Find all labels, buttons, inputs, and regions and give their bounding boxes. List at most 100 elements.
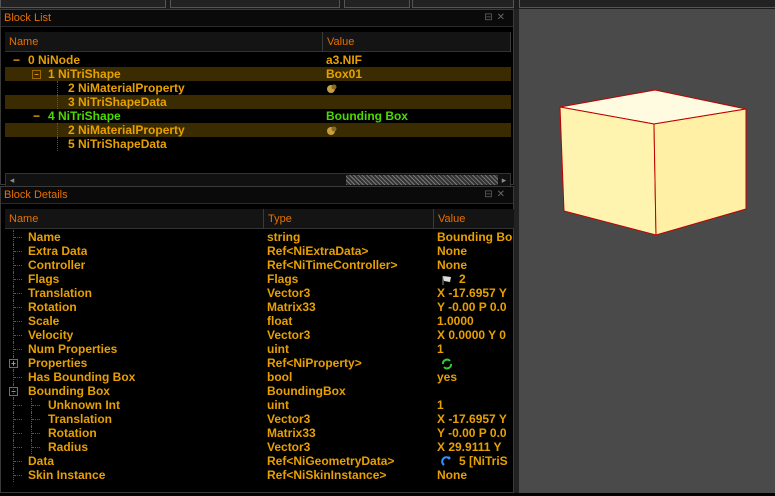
toolbar-segment[interactable] — [344, 0, 410, 8]
block-name: 0 NiNode — [28, 53, 81, 67]
toolbar-segment[interactable] — [0, 0, 166, 8]
collapse-icon[interactable]: − — [13, 53, 20, 67]
property-name: Rotation — [28, 300, 77, 314]
property-value[interactable] — [437, 356, 515, 370]
property-type: Flags — [267, 272, 299, 286]
property-row[interactable]: Radius Vector3 X 29.9111 Y — [5, 440, 515, 454]
property-value[interactable]: None — [437, 258, 515, 272]
property-row[interactable]: + Properties Ref<NiProperty> — [5, 356, 515, 370]
material-icon — [327, 126, 337, 135]
block-list-row[interactable]: 5 NiTriShapeData — [5, 137, 511, 151]
render-viewport[interactable] — [519, 9, 775, 493]
tree-guide-branch — [14, 237, 22, 238]
tree-guide-branch — [14, 265, 22, 266]
property-row[interactable]: Translation Vector3 X -17.6957 Y — [5, 412, 515, 426]
property-value[interactable]: X -17.6957 Y — [437, 412, 515, 426]
scroll-thumb[interactable] — [346, 175, 498, 185]
block-list-row[interactable]: 2 NiMaterialProperty — [5, 81, 511, 95]
property-row[interactable]: Scale float 1.0000 — [5, 314, 515, 328]
block-details-panel: Block Details ⊟✕ Name Type Value Name str… — [0, 186, 515, 493]
property-value-text: None — [437, 468, 467, 482]
column-header-type[interactable]: Type — [264, 209, 434, 229]
expand-box-icon[interactable]: + — [9, 359, 18, 368]
block-list-hscrollbar[interactable]: ◂ ▸ — [5, 173, 511, 187]
tree-guide-branch — [14, 475, 22, 476]
property-row[interactable]: Num Properties uint 1 — [5, 342, 515, 356]
property-row[interactable]: Has Bounding Box bool yes — [5, 370, 515, 384]
toolbar-segment[interactable] — [170, 0, 340, 8]
property-name: Name — [28, 230, 61, 244]
column-header-value[interactable]: Value — [434, 209, 515, 229]
property-value[interactable]: 2 — [437, 272, 515, 286]
tree-guide-line — [57, 81, 58, 95]
property-name: Translation — [28, 286, 93, 300]
property-type: Ref<NiTimeController> — [267, 258, 398, 272]
property-row[interactable]: Rotation Matrix33 Y -0.00 P 0.0 — [5, 300, 515, 314]
block-list-row[interactable]: −4 NiTriShape Bounding Box — [5, 109, 511, 123]
property-row[interactable]: Extra Data Ref<NiExtraData> None — [5, 244, 515, 258]
property-type: Ref<NiSkinInstance> — [267, 468, 387, 482]
property-value[interactable]: Y -0.00 P 0.0 — [437, 426, 515, 440]
property-value[interactable]: yes — [437, 370, 515, 384]
property-row[interactable]: Velocity Vector3 X 0.0000 Y 0 — [5, 328, 515, 342]
column-header-name[interactable]: Name — [5, 32, 323, 52]
property-value[interactable]: X -17.6957 Y — [437, 286, 515, 300]
property-name: Translation — [48, 412, 113, 426]
property-type: bool — [267, 370, 293, 384]
property-row[interactable]: Translation Vector3 X -17.6957 Y — [5, 286, 515, 300]
property-type: uint — [267, 398, 289, 412]
property-value[interactable]: 1 — [437, 398, 515, 412]
property-row[interactable]: Rotation Matrix33 Y -0.00 P 0.0 — [5, 426, 515, 440]
property-row[interactable]: Controller Ref<NiTimeController> None — [5, 258, 515, 272]
tree-guide-branch — [14, 447, 22, 448]
property-row[interactable]: − Bounding Box BoundingBox — [5, 384, 515, 398]
block-list-title-text: Block List — [4, 12, 52, 24]
block-value: Box01 — [326, 67, 363, 81]
tree-guide-branch — [14, 293, 22, 294]
property-value[interactable]: None — [437, 468, 515, 482]
tree-guide-branch — [14, 251, 22, 252]
property-value[interactable]: None — [437, 244, 515, 258]
property-value[interactable]: Y -0.00 P 0.0 — [437, 300, 515, 314]
property-row[interactable]: Skin Instance Ref<NiSkinInstance> None — [5, 468, 515, 482]
panel-float-close-buttons[interactable]: ⊟✕ — [484, 187, 509, 203]
column-header-name[interactable]: Name — [5, 209, 264, 229]
property-type: Ref<NiProperty> — [267, 356, 362, 370]
tree-guide-branch — [14, 307, 22, 308]
block-list-row[interactable]: 2 NiMaterialProperty — [5, 123, 511, 137]
tree-guide-line — [57, 137, 58, 151]
property-value[interactable]: Bounding Bo — [437, 230, 515, 244]
flag-icon — [442, 275, 451, 285]
property-type: Ref<NiExtraData> — [267, 244, 369, 258]
property-value[interactable]: X 0.0000 Y 0 — [437, 328, 515, 342]
property-row[interactable]: Flags Flags 2 — [5, 272, 515, 286]
property-value[interactable]: X 29.9111 Y — [437, 440, 515, 454]
scroll-right-arrow-icon[interactable]: ▸ — [498, 174, 510, 186]
cube-render — [559, 89, 747, 236]
block-list-row[interactable]: −1 NiTriShape Box01 — [5, 67, 511, 81]
property-value[interactable]: 5 [NiTriS — [437, 454, 515, 468]
collapse-icon[interactable]: − — [33, 109, 40, 123]
block-list-panel: Block List ⊟✕ Name Value −0 NiNode a3.NIF… — [0, 9, 514, 187]
panel-float-close-buttons[interactable]: ⊟✕ — [484, 10, 509, 26]
property-value-text: 5 [NiTriS — [459, 454, 508, 468]
collapse-box-icon[interactable]: − — [9, 387, 18, 396]
block-list-row[interactable]: −0 NiNode a3.NIF — [5, 53, 511, 67]
block-details-header: Name Type Value — [5, 209, 515, 229]
property-value[interactable]: 1.0000 — [437, 314, 515, 328]
collapse-box-icon[interactable]: − — [32, 70, 41, 79]
block-value — [326, 123, 511, 137]
block-list-row[interactable]: 3 NiTriShapeData — [5, 95, 511, 109]
property-value[interactable]: 1 — [437, 342, 515, 356]
property-row[interactable]: Unknown Int uint 1 — [5, 398, 515, 412]
property-name: Unknown Int — [48, 398, 120, 412]
tree-guide-line — [57, 123, 58, 137]
refresh-icon — [442, 358, 452, 370]
property-row[interactable]: Data Ref<NiGeometryData> 5 [NiTriS — [5, 454, 515, 468]
column-header-value[interactable]: Value — [323, 32, 511, 52]
property-name: Properties — [28, 356, 88, 370]
toolbar-segment[interactable] — [412, 0, 514, 8]
property-row[interactable]: Name string Bounding Bo — [5, 230, 515, 244]
scroll-left-arrow-icon[interactable]: ◂ — [6, 174, 18, 186]
toolbar-segment[interactable] — [519, 0, 775, 8]
